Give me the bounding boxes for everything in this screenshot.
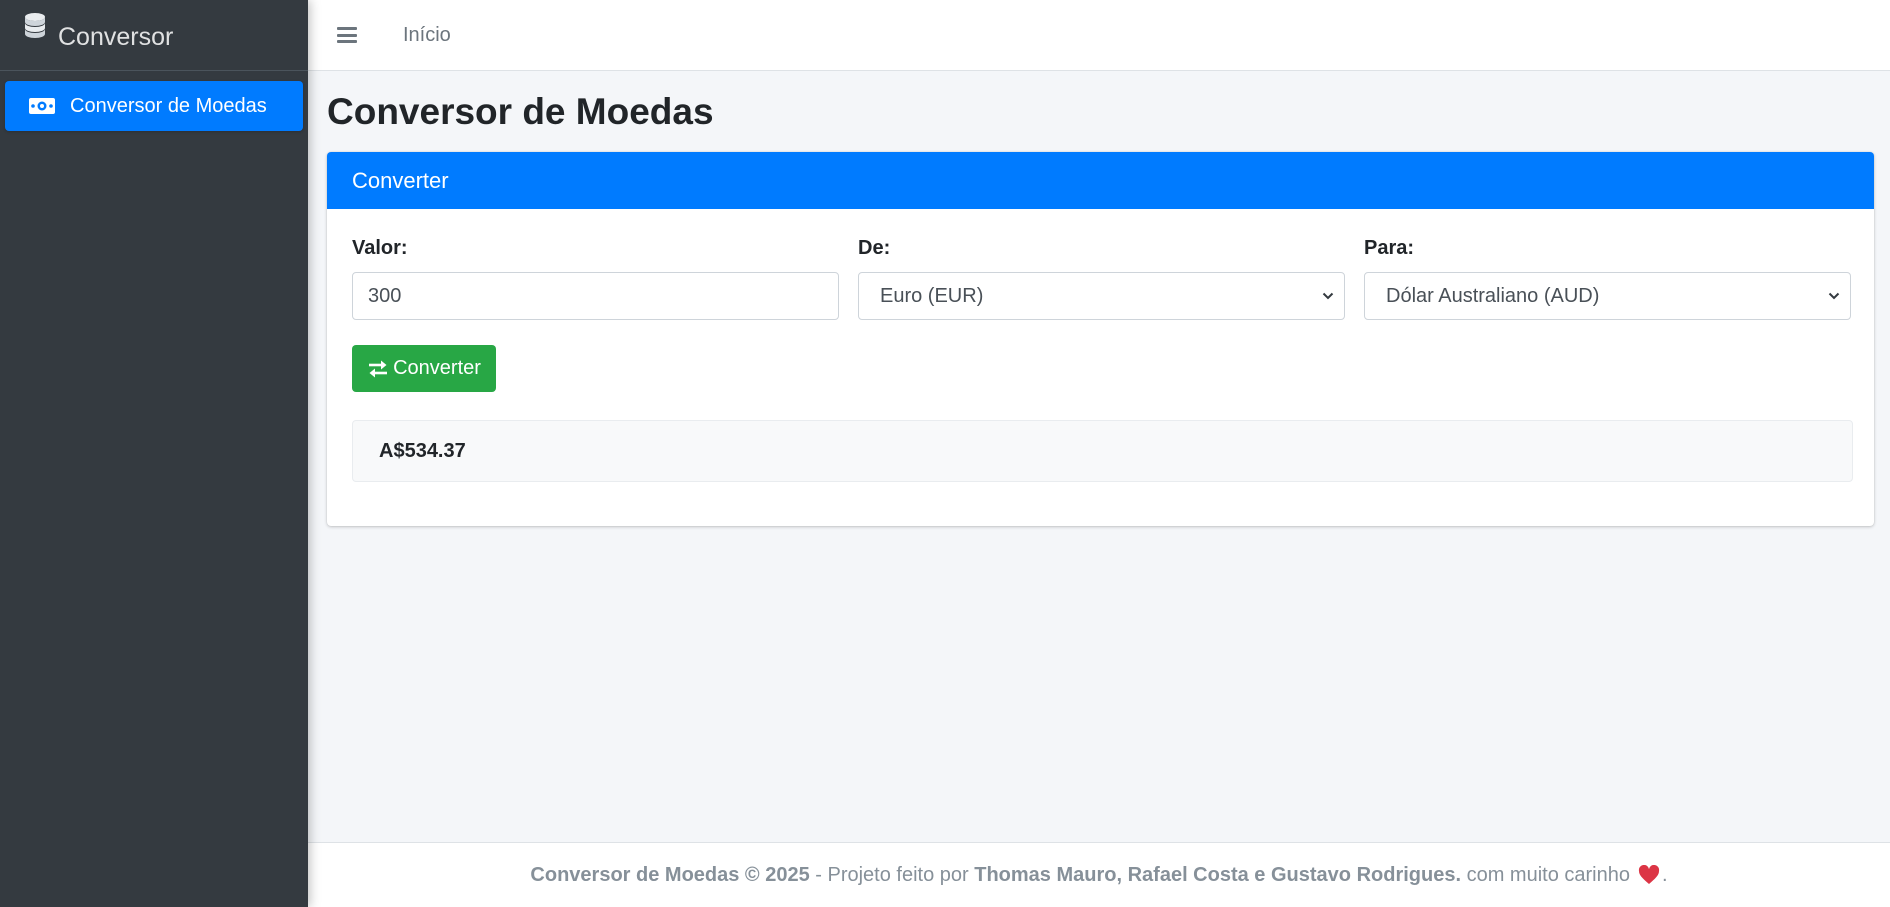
conversion-result: A$534.37: [352, 420, 1853, 482]
amount-input[interactable]: 300: [352, 272, 839, 320]
brand-link[interactable]: Conversor: [0, 0, 308, 71]
to-selected-value: Dólar Australiano (AUD): [1386, 284, 1600, 307]
card-header: Converter: [327, 152, 1874, 209]
amount-value: 300: [368, 284, 402, 307]
amount-label: Valor:: [352, 237, 408, 259]
footer-suffix-text: com muito carinho: [1461, 863, 1630, 886]
sidebar: Conversor Conversor de Moedas: [0, 0, 308, 907]
main-content: Conversor de Moedas Converter Valor: 300…: [308, 71, 1890, 842]
exchange-icon: [369, 360, 388, 377]
footer-brand: Conversor de Moedas © 2025: [530, 863, 810, 886]
convert-button-label: Converter: [393, 357, 481, 379]
page-title: Conversor de Moedas: [327, 91, 714, 132]
converter-card: Converter Valor: 300 De: Euro (EUR) Para…: [327, 152, 1874, 526]
from-label: De:: [858, 237, 891, 259]
sidebar-item-conversor-de-moedas[interactable]: Conversor de Moedas: [5, 81, 303, 131]
to-field-group: Para: Dólar Australiano (AUD): [1364, 237, 1851, 320]
sidebar-nav: Conversor de Moedas: [0, 71, 308, 141]
chevron-down-icon: [1828, 292, 1840, 300]
footer-end-text: .: [1662, 863, 1668, 886]
from-selected-value: Euro (EUR): [880, 284, 984, 307]
card-body: Valor: 300 De: Euro (EUR) Para: Dólar Au…: [327, 209, 1874, 526]
convert-button[interactable]: Converter: [352, 345, 496, 392]
sidebar-item-label: Conversor de Moedas: [70, 94, 267, 117]
footer: Conversor de Moedas © 2025 - Projeto fei…: [308, 842, 1890, 907]
from-currency-select[interactable]: Euro (EUR): [858, 272, 1345, 320]
top-navbar: Início: [308, 0, 1890, 71]
to-label: Para:: [1364, 237, 1415, 259]
money-bill-icon: [29, 98, 55, 114]
heart-icon: [1638, 865, 1660, 884]
home-link[interactable]: Início: [403, 24, 451, 47]
bars-icon[interactable]: [337, 27, 357, 43]
footer-middle-text: - Projeto feito por: [809, 863, 975, 886]
chevron-down-icon: [1322, 292, 1334, 300]
brand-text: Conversor: [58, 22, 174, 51]
amount-field-group: Valor: 300: [352, 237, 839, 320]
coins-icon: [25, 13, 45, 38]
from-field-group: De: Euro (EUR): [858, 237, 1345, 320]
to-currency-select[interactable]: Dólar Australiano (AUD): [1364, 272, 1851, 320]
footer-authors: Thomas Mauro, Rafael Costa e Gustavo Rod…: [974, 863, 1462, 886]
